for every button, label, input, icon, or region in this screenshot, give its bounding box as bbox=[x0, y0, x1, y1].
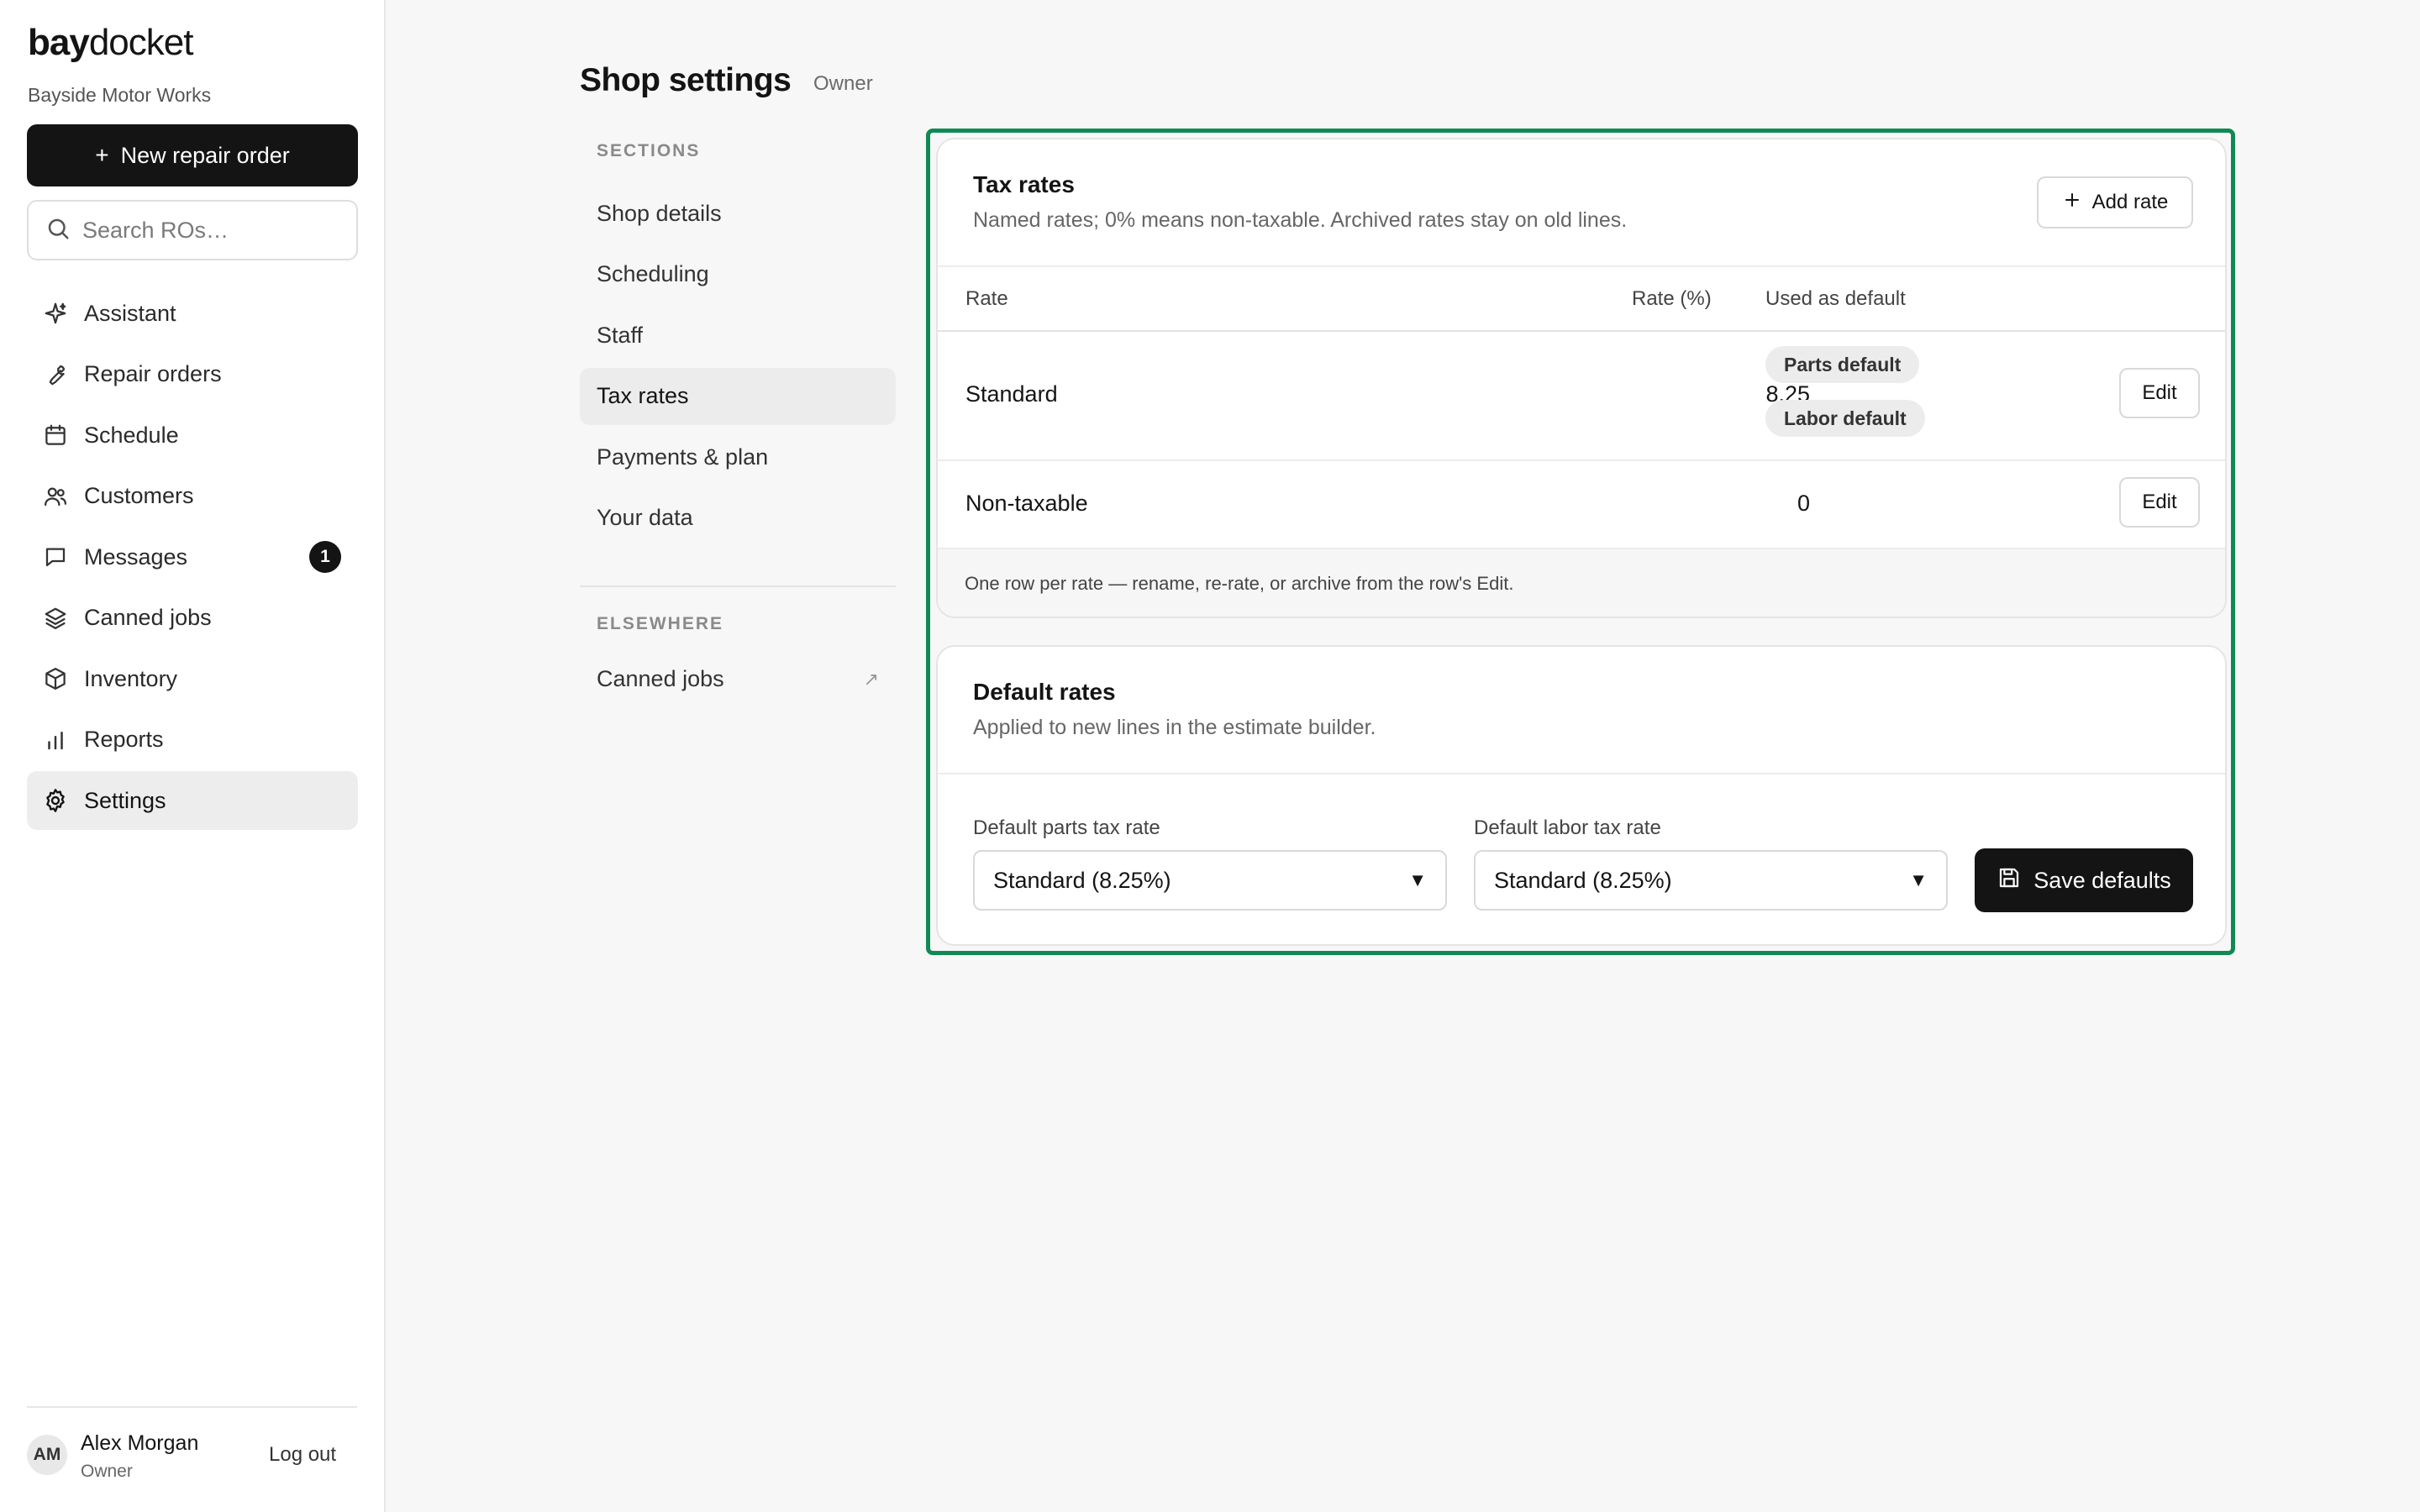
dropdown-caret-icon: ▼ bbox=[1909, 869, 1928, 890]
tax-rates-subtitle: Named rates; 0% means non-taxable. Archi… bbox=[973, 208, 1628, 232]
wrench-icon bbox=[42, 361, 69, 388]
sparkle-icon bbox=[42, 300, 69, 327]
default-labor-tax-label: Default labor tax rate bbox=[1474, 816, 1661, 839]
gear-icon bbox=[42, 787, 69, 814]
page-title: Shop settings bbox=[580, 62, 792, 98]
new-repair-order-label: New repair order bbox=[120, 142, 290, 168]
calendar-icon bbox=[42, 422, 69, 449]
layers-icon bbox=[42, 605, 69, 632]
default-rates-subtitle: Applied to new lines in the estimate bui… bbox=[973, 716, 1376, 739]
card-divider bbox=[938, 773, 2225, 774]
table-footer-border bbox=[938, 548, 2225, 549]
app-logo[interactable]: baydocket bbox=[28, 22, 194, 64]
sidebar-item-repair-orders[interactable]: Repair orders bbox=[27, 345, 358, 404]
column-header-rate: Rate bbox=[965, 287, 1008, 310]
sidebar-item-messages[interactable]: Messages 1 bbox=[27, 528, 358, 586]
sidebar-footer-divider bbox=[27, 1406, 357, 1408]
sidebar-item-inventory[interactable]: Inventory bbox=[27, 649, 358, 708]
box-icon bbox=[42, 665, 69, 692]
dropdown-caret-icon: ▼ bbox=[1408, 869, 1427, 890]
sidebar-item-label: Inventory bbox=[84, 665, 178, 691]
external-arrow-icon: ↗ bbox=[863, 668, 879, 690]
column-header-rate-percent: Rate (%) bbox=[1632, 287, 1712, 310]
message-icon bbox=[42, 543, 69, 570]
rate-name: Standard bbox=[965, 381, 1058, 407]
bar-chart-icon bbox=[42, 727, 69, 753]
role-label: Owner bbox=[813, 72, 873, 95]
save-defaults-button[interactable]: Save defaults bbox=[1975, 848, 2193, 912]
tax-rates-card: Tax rates Named rates; 0% means non-taxa… bbox=[936, 138, 2227, 618]
logout-link[interactable]: Log out bbox=[269, 1443, 336, 1467]
default-rates-title: Default rates bbox=[973, 679, 1116, 705]
sidebar-item-label: Schedule bbox=[84, 422, 179, 448]
new-repair-order-button[interactable]: + New repair order bbox=[27, 124, 358, 186]
column-header-used-as-default: Used as default bbox=[1765, 287, 1906, 310]
sidebar-item-schedule[interactable]: Schedule bbox=[27, 406, 358, 465]
section-payments-plan[interactable]: Payments & plan bbox=[580, 428, 896, 486]
save-icon bbox=[1996, 865, 2022, 896]
default-labor-tax-value: Standard (8.25%) bbox=[1494, 867, 1672, 893]
sidebar-item-assistant[interactable]: Assistant bbox=[27, 284, 358, 343]
search-box[interactable] bbox=[27, 200, 358, 260]
tax-rates-title: Tax rates bbox=[973, 171, 1075, 197]
labor-default-badge: Labor default bbox=[1765, 400, 1925, 437]
logo-regular: docket bbox=[88, 22, 194, 63]
logo-bold: bay bbox=[28, 22, 90, 63]
table-top-border bbox=[938, 265, 2225, 267]
rate-value: 0 bbox=[1797, 491, 1810, 516]
sidebar-item-customers[interactable]: Customers bbox=[27, 467, 358, 526]
sidebar-item-label: Reports bbox=[84, 727, 164, 752]
sections-heading: SECTIONS bbox=[597, 141, 701, 160]
sidebar: baydocket Bayside Motor Works + New repa… bbox=[0, 0, 386, 1512]
unread-badge: 1 bbox=[309, 541, 341, 573]
plus-icon bbox=[2062, 190, 2082, 216]
user-role: Owner bbox=[81, 1462, 133, 1481]
add-rate-label: Add rate bbox=[2091, 191, 2169, 213]
parts-default-badge: Parts default bbox=[1765, 346, 1920, 383]
section-staff[interactable]: Staff bbox=[580, 307, 896, 364]
sidebar-item-reports[interactable]: Reports bbox=[27, 711, 358, 769]
section-tax-rates[interactable]: Tax rates bbox=[580, 367, 896, 425]
avatar: AM bbox=[27, 1435, 67, 1475]
section-divider bbox=[580, 585, 896, 587]
default-labor-tax-select[interactable]: Standard (8.25%) ▼ bbox=[1474, 850, 1948, 911]
settings-section-nav: SECTIONS Shop details Scheduling Staff T… bbox=[580, 118, 896, 708]
sidebar-item-label: Assistant bbox=[84, 300, 176, 326]
rate-name: Non-taxable bbox=[965, 491, 1088, 516]
user-name: Alex Morgan bbox=[81, 1431, 199, 1455]
table-header-border bbox=[938, 330, 2225, 332]
elsewhere-canned-jobs-label: Canned jobs bbox=[597, 666, 724, 691]
search-icon bbox=[45, 216, 71, 245]
sidebar-item-settings[interactable]: Settings bbox=[27, 771, 358, 830]
row-divider bbox=[938, 459, 2225, 461]
save-defaults-label: Save defaults bbox=[2033, 867, 2171, 893]
sidebar-item-canned-jobs[interactable]: Canned jobs bbox=[27, 589, 358, 648]
edit-button[interactable]: Edit bbox=[2119, 368, 2200, 418]
sidebar-item-label: Canned jobs bbox=[84, 605, 212, 630]
default-parts-tax-select[interactable]: Standard (8.25%) ▼ bbox=[973, 850, 1447, 911]
section-shop-details[interactable]: Shop details bbox=[580, 185, 896, 242]
section-your-data[interactable]: Your data bbox=[580, 490, 896, 547]
search-input[interactable] bbox=[82, 217, 334, 244]
main-nav: Assistant Repair orders Schedule Custome… bbox=[27, 284, 358, 832]
users-icon bbox=[42, 483, 69, 510]
shop-name: Bayside Motor Works bbox=[28, 84, 212, 106]
sidebar-item-label: Repair orders bbox=[84, 361, 222, 386]
plus-icon: + bbox=[95, 142, 109, 168]
default-parts-tax-value: Standard (8.25%) bbox=[993, 867, 1171, 893]
default-rates-card: Default rates Applied to new lines in th… bbox=[936, 645, 2227, 946]
sidebar-item-label: Settings bbox=[84, 787, 166, 813]
edit-button[interactable]: Edit bbox=[2119, 477, 2200, 528]
table-footnote: One row per rate — rename, re-rate, or a… bbox=[965, 573, 1514, 594]
default-parts-tax-label: Default parts tax rate bbox=[973, 816, 1160, 839]
sidebar-item-label: Customers bbox=[84, 483, 194, 508]
elsewhere-heading: ELSEWHERE bbox=[597, 613, 724, 633]
section-scheduling[interactable]: Scheduling bbox=[580, 246, 896, 303]
elsewhere-canned-jobs-link[interactable]: Canned jobs ↗ bbox=[580, 651, 896, 708]
sidebar-item-label: Messages bbox=[84, 543, 188, 570]
add-rate-button[interactable]: Add rate bbox=[2037, 176, 2193, 228]
